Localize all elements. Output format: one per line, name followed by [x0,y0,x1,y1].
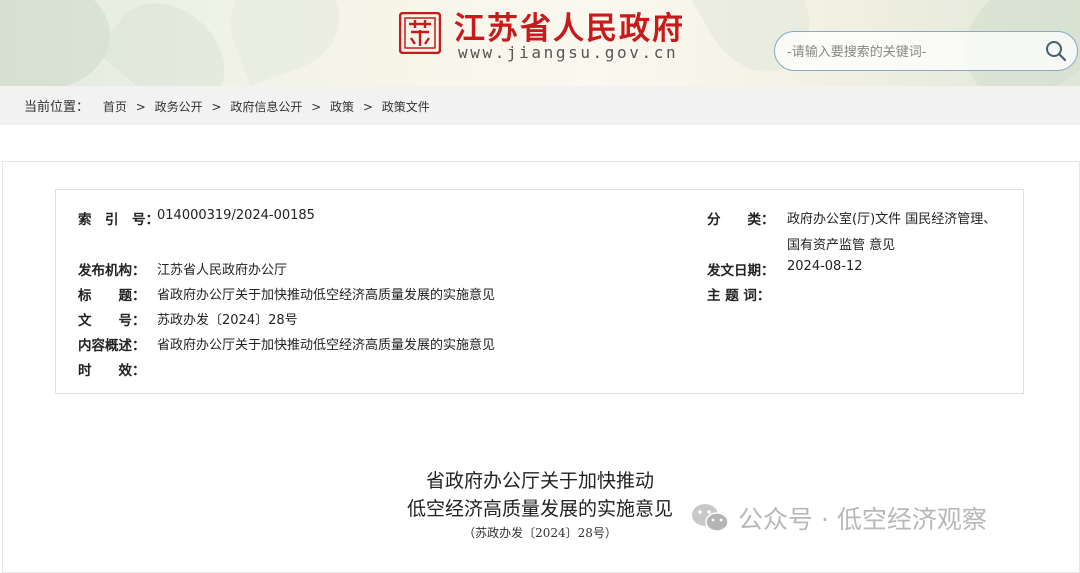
meta-category-value-line2: 国有资产监管 意见 [787,238,896,253]
meta-publisher-value: 江苏省人民政府办公厅 [157,263,288,278]
meta-date-key: 发文日期： [707,263,775,279]
meta-publisher-key: 发布机构： [78,263,146,279]
meta-validity-key: 时 效： [78,363,146,379]
breadcrumb-separator: > [135,100,146,114]
site-url: www.jiangsu.gov.cn [458,43,679,62]
meta-index-key: 索 引 号： [78,212,159,228]
search-icon[interactable] [1045,40,1067,62]
breadcrumb-separator: > [311,100,322,114]
breadcrumb-item-policy[interactable]: 政策 [330,100,354,114]
site-header: 江苏省人民政府 www.jiangsu.gov.cn [0,0,1080,86]
watermark: 公众号 · 低空经济观察 [690,500,987,536]
meta-subject-key: 主 题 词： [707,288,771,304]
meta-docnum-value: 苏政办发〔2024〕28号 [157,313,298,328]
wechat-icon [692,504,729,532]
breadcrumb-item-gov-affairs[interactable]: 政务公开 [155,100,203,114]
search-input[interactable] [785,41,1039,63]
site-logo-icon[interactable] [399,12,441,54]
breadcrumb-item-home[interactable]: 首页 [103,100,127,114]
meta-index-value: 014000319/2024-00185 [157,208,315,223]
breadcrumb: 当前位置： 首页 > 政务公开 > 政府信息公开 > 政策 > 政策文件 [24,96,430,115]
breadcrumb-item-info-disclosure[interactable]: 政府信息公开 [230,100,302,114]
site-title[interactable]: 江苏省人民政府 [454,3,685,48]
breadcrumb-separator: > [211,100,222,114]
decor-leaf [216,0,354,86]
breadcrumb-item-policy-docs[interactable]: 政策文件 [382,100,430,114]
document-meta-table: 索 引 号： 014000319/2024-00185 发布机构： 江苏省人民政… [55,189,1024,394]
decor-leaf [0,0,110,86]
breadcrumb-label: 当前位置： [24,100,90,115]
search-box[interactable] [774,31,1078,71]
meta-date-value: 2024-08-12 [787,259,863,274]
meta-summary-key: 内容概述： [78,338,146,354]
breadcrumb-bar: 当前位置： 首页 > 政务公开 > 政府信息公开 > 政策 > 政策文件 [0,86,1080,125]
watermark-text: 公众号 · 低空经济观察 [738,505,987,534]
decor-leaf [95,0,245,86]
meta-summary-value: 省政府办公厅关于加快推动低空经济高质量发展的实施意见 [157,338,496,353]
breadcrumb-separator: > [362,100,373,114]
meta-title-key: 标 题： [78,288,146,304]
meta-docnum-key: 文 号： [78,313,146,329]
meta-title-value: 省政府办公厅关于加快推动低空经济高质量发展的实施意见 [157,288,496,303]
meta-category-value-line1: 政府办公室(厅)文件 国民经济管理、 [787,212,997,227]
meta-category-key: 分 类： [707,212,775,228]
document-title-line1: 省政府办公厅关于加快推动 [425,470,654,492]
